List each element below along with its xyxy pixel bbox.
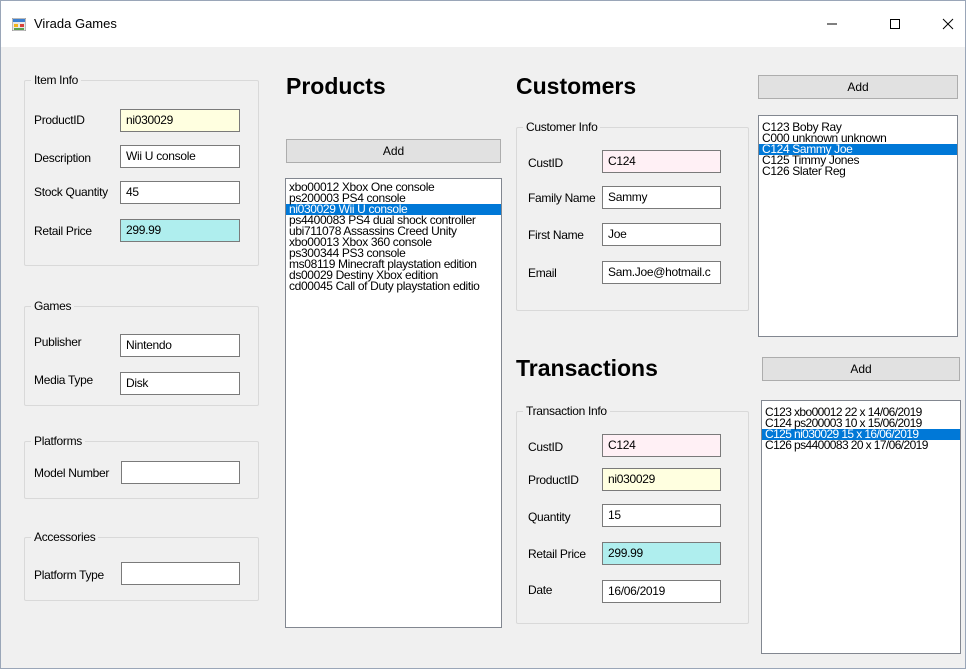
retail-price-field[interactable]: 299.99	[120, 219, 240, 242]
platforms-legend: Platforms	[31, 434, 85, 448]
date-label: Date	[528, 583, 553, 597]
list-item[interactable]: C126 ps4400083 20 x 17/06/2019	[762, 439, 960, 451]
list-item[interactable]: cd00045 Call of Duty playstation editio	[286, 280, 501, 292]
media-type-field[interactable]: Disk	[120, 372, 240, 395]
app-window: Virada Games Item Info ProductID ni03002…	[0, 0, 966, 669]
first-name-field[interactable]: Joe	[602, 223, 721, 246]
games-legend: Games	[31, 299, 75, 313]
products-list[interactable]: xbo00012 Xbox One console ps200003 PS4 co…	[285, 178, 502, 628]
app-form-icon	[12, 18, 26, 31]
model-number-label: Model Number	[34, 466, 110, 480]
transaction-product-id-label: ProductID	[528, 473, 579, 487]
item-info-legend: Item Info	[31, 73, 81, 87]
product-id-field[interactable]: ni030029	[120, 109, 240, 132]
cust-id-label: CustID	[528, 156, 563, 170]
transaction-product-id-field[interactable]: ni030029	[602, 468, 721, 491]
model-number-field[interactable]	[121, 461, 240, 484]
publisher-field[interactable]: Nintendo	[120, 334, 240, 357]
close-icon	[942, 18, 954, 30]
first-name-label: First Name	[528, 228, 584, 242]
transaction-cust-id-label: CustID	[528, 440, 563, 454]
customer-info-legend: Customer Info	[523, 120, 601, 134]
transaction-retail-price-field[interactable]: 299.99	[602, 542, 721, 565]
date-field[interactable]: 16/06/2019	[602, 580, 721, 603]
transaction-cust-id-field[interactable]: C124	[602, 434, 721, 457]
maximize-icon	[890, 19, 900, 29]
product-id-label: ProductID	[34, 113, 85, 127]
add-product-button[interactable]: Add	[286, 139, 501, 163]
minimize-button[interactable]	[809, 1, 855, 47]
minimize-icon	[827, 23, 837, 25]
retail-price-label: Retail Price	[34, 224, 92, 238]
add-customer-button[interactable]: Add	[758, 75, 958, 99]
email-field[interactable]: Sam.Joe@hotmail.c	[602, 261, 721, 284]
description-label: Description	[34, 151, 91, 165]
transaction-info-legend: Transaction Info	[523, 404, 610, 418]
close-button[interactable]	[925, 1, 966, 47]
transactions-list[interactable]: C123 xbo00012 22 x 14/06/2019 C124 ps2000…	[761, 400, 961, 654]
window-title: Virada Games	[34, 16, 117, 31]
transaction-retail-price-label: Retail Price	[528, 547, 586, 561]
publisher-label: Publisher	[34, 335, 82, 349]
title-bar: Virada Games	[1, 1, 965, 47]
cust-id-field[interactable]: C124	[602, 150, 721, 173]
platform-type-field[interactable]	[121, 562, 240, 585]
family-name-field[interactable]: Sammy	[602, 186, 721, 209]
maximize-button[interactable]	[872, 1, 918, 47]
add-transaction-button[interactable]: Add	[762, 357, 960, 381]
quantity-label: Quantity	[528, 510, 571, 524]
customers-heading: Customers	[516, 73, 637, 99]
stock-quantity-label: Stock Quantity	[34, 185, 108, 199]
media-type-label: Media Type	[34, 373, 93, 387]
family-name-label: Family Name	[528, 191, 596, 205]
description-field[interactable]: Wii U console	[120, 145, 240, 168]
transactions-heading: Transactions	[516, 355, 658, 381]
email-label: Email	[528, 266, 557, 280]
platform-type-label: Platform Type	[34, 568, 104, 582]
customers-list[interactable]: C123 Boby Ray C000 unknown unknown C124 Sa…	[758, 115, 958, 337]
list-item[interactable]: C126 Slater Reg	[759, 165, 957, 177]
quantity-field[interactable]: 15	[602, 504, 721, 527]
accessories-legend: Accessories	[31, 530, 99, 544]
stock-quantity-field[interactable]: 45	[120, 181, 240, 204]
products-heading: Products	[286, 73, 386, 99]
